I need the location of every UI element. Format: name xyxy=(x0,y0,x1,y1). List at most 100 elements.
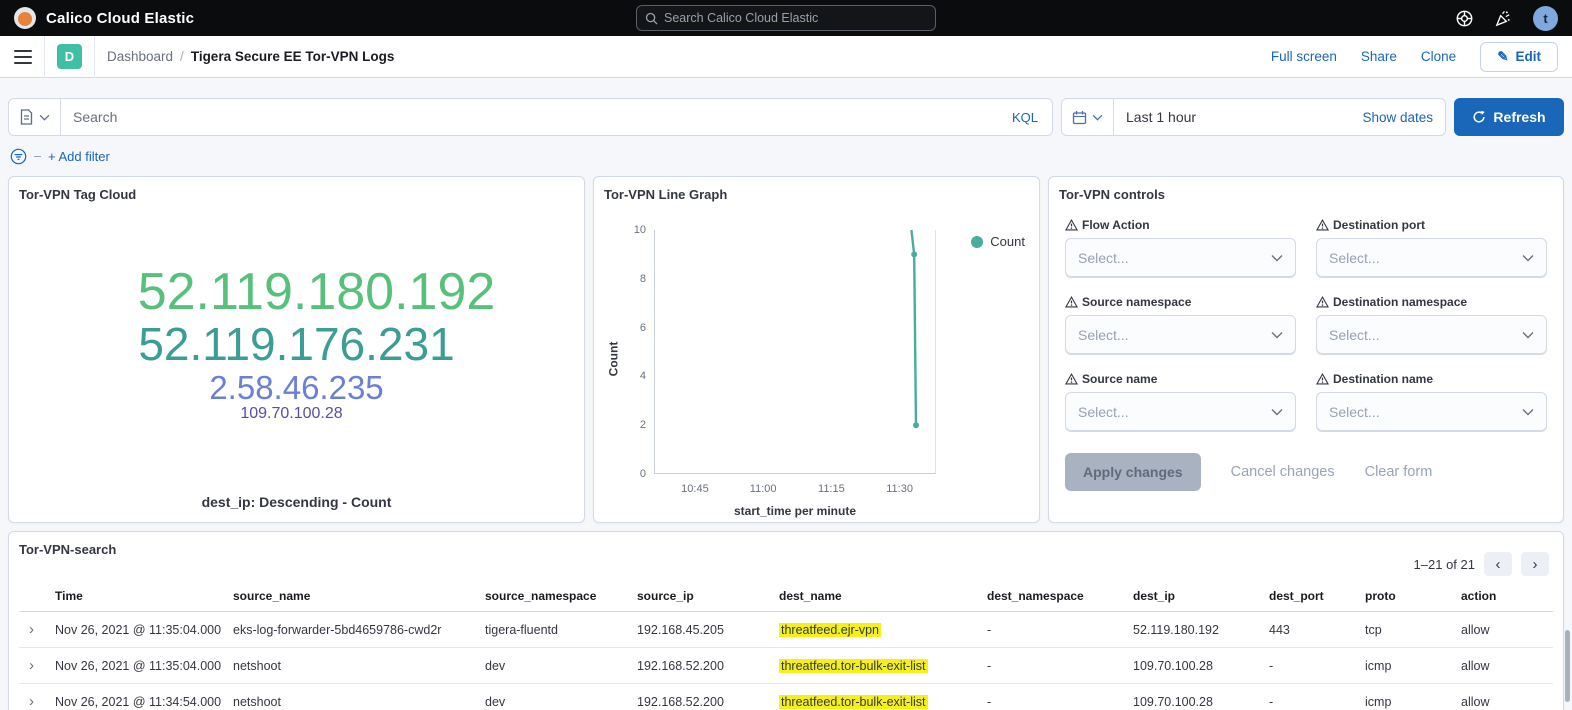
warning-triangle-icon xyxy=(1316,296,1329,308)
line-graph-title: Tor-VPN Line Graph xyxy=(604,187,1029,202)
search-input[interactable]: Search xyxy=(73,109,117,125)
newsfeed-party-popper-icon[interactable] xyxy=(1494,9,1513,28)
search-icon xyxy=(645,12,658,25)
control-field-label: Source namespace xyxy=(1082,295,1191,309)
global-search-input[interactable]: Search Calico Cloud Elastic xyxy=(636,5,936,31)
vertical-scrollbar[interactable] xyxy=(1565,630,1570,702)
column-header-source_namespace: source_namespace xyxy=(485,589,637,603)
warning-triangle-icon xyxy=(1065,219,1078,231)
column-header-source_ip: source_ip xyxy=(637,589,779,603)
control-select-placeholder: Select... xyxy=(1078,327,1129,343)
control-field: Destination name Select... xyxy=(1316,372,1547,432)
data-point xyxy=(913,422,919,428)
apply-changes-button[interactable]: Apply changes xyxy=(1065,453,1201,491)
cell-source_name: netshoot xyxy=(233,659,485,673)
breadcrumb-separator: / xyxy=(180,49,184,64)
column-header-dest_namespace: dest_namespace xyxy=(987,589,1133,603)
line-graph-panel: Tor-VPN Line Graph Count start_time per … xyxy=(593,176,1040,523)
menu-icon[interactable] xyxy=(14,50,32,64)
cell-proto: icmp xyxy=(1365,695,1461,709)
legend-label: Count xyxy=(990,234,1025,249)
control-select[interactable]: Select... xyxy=(1065,238,1296,278)
controls-grid: Flow Action Select... Destination port S… xyxy=(1059,218,1553,491)
table-body: ›Nov 26, 2021 @ 11:35:04.000eks-log-forw… xyxy=(19,612,1553,710)
query-language-button[interactable]: KQL xyxy=(1012,110,1038,125)
add-filter-button[interactable]: + Add filter xyxy=(48,149,110,164)
column-header-dest_name: dest_name xyxy=(779,589,987,603)
dashboard-badge: D xyxy=(57,44,82,69)
app-title: Calico Cloud Elastic xyxy=(46,10,194,27)
cell-dest_namespace: - xyxy=(987,695,1133,709)
help-icon[interactable] xyxy=(1455,9,1474,28)
control-select[interactable]: Select... xyxy=(1316,392,1547,432)
column-header-time: Time xyxy=(55,589,233,603)
control-field-label: Destination port xyxy=(1333,218,1425,232)
cell-source_namespace: dev xyxy=(485,659,637,673)
control-select-placeholder: Select... xyxy=(1078,250,1129,266)
chevron-down-icon xyxy=(1522,331,1534,339)
filter-icon[interactable] xyxy=(10,148,27,165)
share-button[interactable]: Share xyxy=(1361,49,1397,64)
chevron-down-icon xyxy=(1271,254,1283,262)
control-select-placeholder: Select... xyxy=(1329,250,1380,266)
kql-query-bar: Search KQL xyxy=(8,98,1053,136)
tag-cloud-term[interactable]: 52.119.180.192 xyxy=(138,264,496,320)
show-dates-button[interactable]: Show dates xyxy=(1362,110,1433,125)
cell-action: allow xyxy=(1461,623,1553,637)
chevron-down-icon xyxy=(1271,408,1283,416)
row-expand-button[interactable]: › xyxy=(19,621,55,638)
full-screen-button[interactable]: Full screen xyxy=(1271,49,1337,64)
row-expand-button[interactable]: › xyxy=(19,693,55,710)
row-expand-button[interactable]: › xyxy=(19,657,55,674)
cell-source_ip: 192.168.45.205 xyxy=(637,623,779,637)
date-quick-select-button[interactable] xyxy=(1062,99,1114,135)
clone-button[interactable]: Clone xyxy=(1421,49,1456,64)
cell-dest_name: threatfeed.tor-bulk-exit-list xyxy=(779,659,987,673)
clear-form-button[interactable]: Clear form xyxy=(1365,464,1433,480)
user-avatar[interactable]: t xyxy=(1533,6,1558,31)
tag-cloud-term[interactable]: 109.70.100.28 xyxy=(240,405,342,422)
column-header-dest_port: dest_port xyxy=(1269,589,1365,603)
control-field: Flow Action Select... xyxy=(1065,218,1296,278)
tag-cloud-panel: Tor-VPN Tag Cloud 52.119.180.19252.119.1… xyxy=(8,176,585,523)
table-row: ›Nov 26, 2021 @ 11:35:04.000eks-log-forw… xyxy=(19,612,1553,648)
tag-cloud-term[interactable]: 2.58.46.235 xyxy=(209,370,383,406)
cell-time: Nov 26, 2021 @ 11:35:04.000 xyxy=(55,659,233,673)
prev-page-button[interactable]: ‹ xyxy=(1484,552,1512,576)
time-range-value[interactable]: Last 1 hour xyxy=(1126,109,1196,125)
cell-source_name: eks-log-forwarder-5bd4659786-cwd2r xyxy=(233,623,485,637)
warning-triangle-icon xyxy=(1065,296,1078,308)
table-row: ›Nov 26, 2021 @ 11:34:54.000netshootdev1… xyxy=(19,684,1553,710)
cell-proto: icmp xyxy=(1365,659,1461,673)
control-select[interactable]: Select... xyxy=(1316,315,1547,355)
cell-time: Nov 26, 2021 @ 11:34:54.000 xyxy=(55,695,233,709)
control-select-placeholder: Select... xyxy=(1078,404,1129,420)
calico-logo-icon xyxy=(14,7,36,29)
cell-dest_port: - xyxy=(1269,659,1365,673)
chevron-down-icon xyxy=(1092,114,1103,121)
refresh-button[interactable]: Refresh xyxy=(1454,98,1564,136)
control-select[interactable]: Select... xyxy=(1316,238,1547,278)
cell-source_namespace: dev xyxy=(485,695,637,709)
next-page-button[interactable]: › xyxy=(1521,552,1549,576)
control-field-label: Destination namespace xyxy=(1333,295,1467,309)
page-title: Tigera Secure EE Tor-VPN Logs xyxy=(191,49,395,64)
cancel-changes-button[interactable]: Cancel changes xyxy=(1231,464,1335,480)
cell-dest_namespace: - xyxy=(987,659,1133,673)
warning-triangle-icon xyxy=(1316,373,1329,385)
global-search-placeholder: Search Calico Cloud Elastic xyxy=(664,11,818,25)
table-row: ›Nov 26, 2021 @ 11:35:04.000netshootdev1… xyxy=(19,648,1553,684)
top-app-bar: Calico Cloud Elastic Search Calico Cloud… xyxy=(0,0,1572,36)
saved-query-menu-button[interactable] xyxy=(9,99,61,135)
column-header-proto: proto xyxy=(1365,589,1461,603)
control-select[interactable]: Select... xyxy=(1065,392,1296,432)
cell-source_name: netshoot xyxy=(233,695,485,709)
cell-action: allow xyxy=(1461,695,1553,709)
control-field: Destination namespace Select... xyxy=(1316,295,1547,355)
control-select[interactable]: Select... xyxy=(1065,315,1296,355)
tag-cloud-term[interactable]: 52.119.176.231 xyxy=(138,320,454,370)
cell-proto: tcp xyxy=(1365,623,1461,637)
edit-button[interactable]: ✎ Edit xyxy=(1480,42,1558,72)
breadcrumb-dashboard-link[interactable]: Dashboard xyxy=(107,49,173,64)
table-header: Timesource_namesource_namespacesource_ip… xyxy=(19,589,1553,612)
